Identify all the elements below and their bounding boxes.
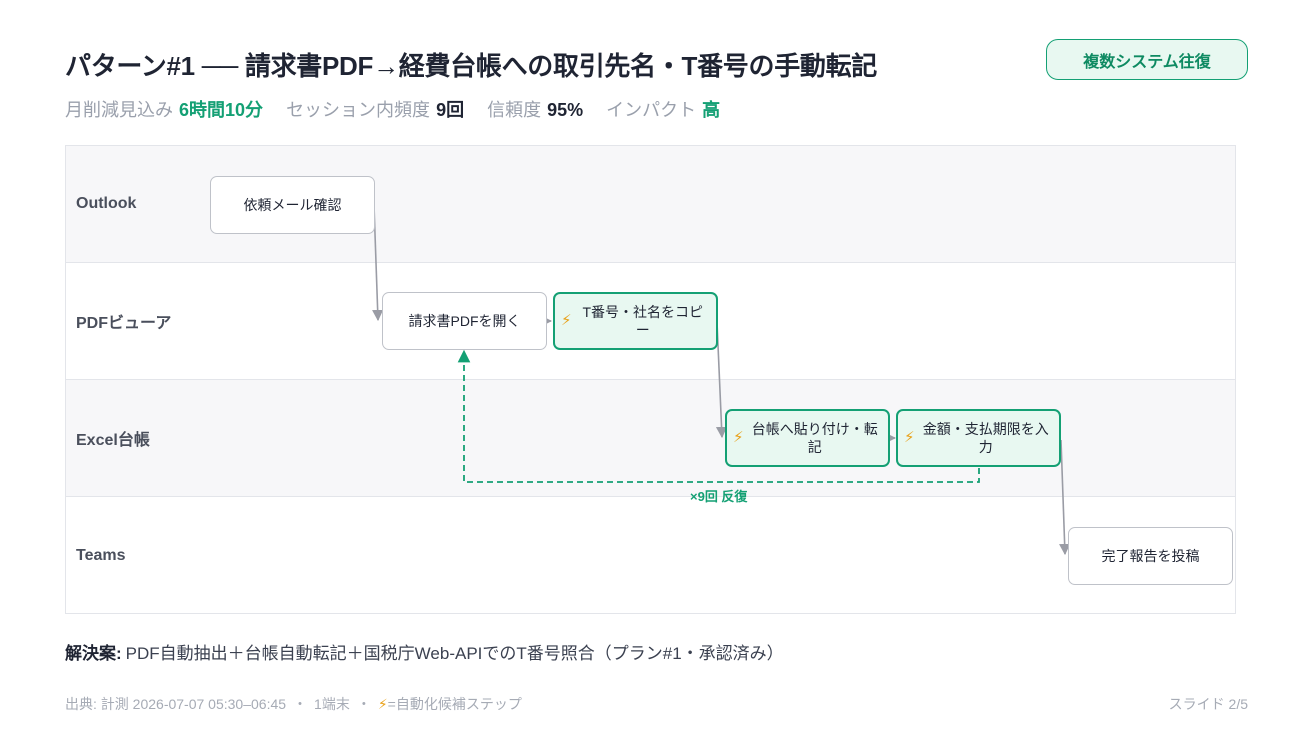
- solution-text: 解決案: PDF自動抽出＋台帳自動転記＋国税庁Web-APIでのT番号照合（プラン…: [65, 644, 784, 663]
- step-paste-to-ledger[interactable]: ⚡ 台帳へ貼り付け・転記: [725, 409, 890, 467]
- lightning-icon: ⚡: [733, 429, 744, 446]
- metric-session-frequency: セッション内頻度 9回: [286, 100, 465, 120]
- step-check-request-email[interactable]: 依頼メール確認: [210, 176, 375, 234]
- metric-confidence: 信頼度 95%: [487, 100, 584, 120]
- lightning-icon: ⚡: [377, 696, 388, 712]
- metric-monthly-savings: 月削減見込み 6時間10分: [65, 100, 264, 120]
- step-copy-t-number[interactable]: ⚡ T番号・社名をコピー: [553, 292, 718, 350]
- loop-count-label: ×9回 反復: [690, 489, 748, 504]
- step-enter-amount-deadline[interactable]: ⚡ 金額・支払期限を入力: [896, 409, 1061, 467]
- lane-label: Excel台帳: [76, 432, 150, 449]
- page-title: パターン#1 ── 請求書PDF→経費台帳への取引先名・T番号の手動転記: [65, 51, 877, 81]
- lightning-icon: ⚡: [904, 429, 915, 446]
- metric-impact: インパクト高: [606, 100, 721, 120]
- lane-teams: Teams: [66, 497, 1235, 614]
- lane-label: PDFビューア: [76, 315, 172, 332]
- lightning-icon: ⚡: [561, 312, 572, 329]
- lane-label: Outlook: [76, 195, 137, 212]
- category-badge: 複数システム往復: [1046, 39, 1248, 80]
- metrics-row: 月削減見込み 6時間10分 セッション内頻度 9回 信頼度 95% インパクト高: [65, 96, 738, 122]
- step-post-completion-report[interactable]: 完了報告を投稿: [1068, 527, 1233, 585]
- slide-number: スライド 2/5: [1168, 696, 1248, 712]
- footer-source: 出典: 計測 2026-07-07 05:30–06:45 ・ 1端末・ ⚡=自動化候…: [65, 696, 522, 712]
- step-open-invoice-pdf[interactable]: 請求書PDFを開く: [382, 292, 547, 350]
- lane-label: Teams: [76, 546, 126, 564]
